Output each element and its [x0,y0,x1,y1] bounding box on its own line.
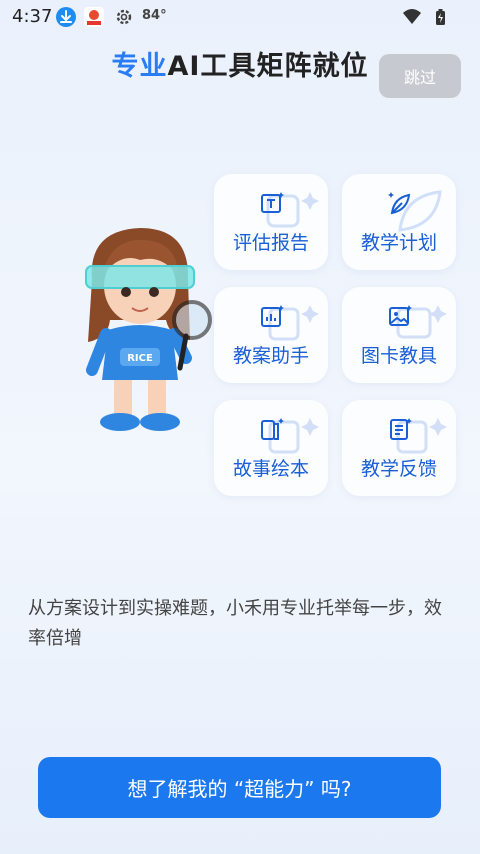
skip-button[interactable]: 跳过 [379,54,461,98]
feature-label: 评估报告 [232,232,309,254]
app-notification-icon [84,7,104,27]
wifi-icon [402,7,422,27]
feature-label: 教案助手 [232,345,309,367]
feature-label: 教学反馈 [360,458,437,480]
mascot-illustration: RICE [70,220,220,440]
mascot-badge: RICE [127,353,153,364]
feature-label: 教学计划 [360,232,437,254]
feature-card-teaching-feedback[interactable]: 教学反馈 [342,400,456,496]
feedback-doc-icon [390,418,412,440]
feature-card-picture-cards[interactable]: 图卡教具 [342,287,456,383]
feature-card-assessment-report[interactable]: 评估报告 [214,174,328,270]
download-notification-icon [56,7,76,27]
status-bar: 4:37 84° [0,0,480,34]
gear-icon [114,7,134,27]
superpower-cta-button[interactable]: 想了解我的 “超能力” 吗? [38,757,441,818]
chart-doc-icon [261,305,284,327]
status-time: 4:37 [12,6,53,27]
feature-card-teaching-plan[interactable]: 教学计划 [342,174,456,270]
description-text: 从方案设计到实操难题，小禾用专业托举每一步，效率倍增 [28,598,442,649]
feature-card-lesson-assistant[interactable]: 教案助手 [214,287,328,383]
feature-label: 图卡教具 [360,345,437,367]
book-icon [261,418,284,440]
battery-icon [430,7,450,27]
title-highlight: 专业 [111,51,168,82]
title-rest: AI工具矩阵就位 [167,51,369,82]
feature-label: 故事绘本 [232,458,309,480]
text-edit-icon [261,192,284,213]
feature-card-storybook[interactable]: 故事绘本 [214,400,328,496]
image-icon [389,305,412,326]
status-temperature: 84° [142,8,167,23]
leaf-icon [388,192,411,215]
